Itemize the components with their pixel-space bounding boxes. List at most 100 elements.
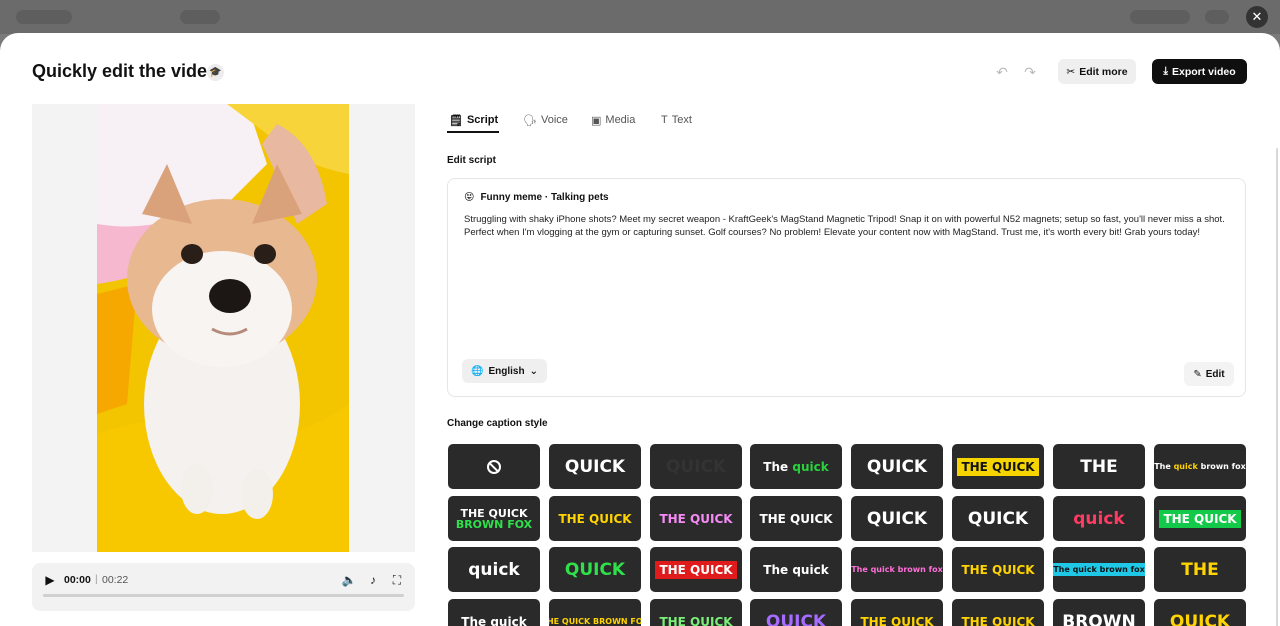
caption-style-option[interactable]: QUICK bbox=[549, 547, 641, 592]
caption-style-option[interactable]: QUICK bbox=[549, 444, 641, 489]
tab-label: Text bbox=[671, 114, 692, 126]
caption-style-option[interactable]: QUICK bbox=[750, 599, 842, 626]
caption-style-option[interactable]: The quick bbox=[750, 547, 842, 592]
tab-label: Script bbox=[466, 114, 499, 126]
caption-style-text: THE QUICK BROWN FOX bbox=[454, 508, 534, 530]
active-tab-indicator bbox=[447, 131, 499, 133]
backdrop-page bbox=[0, 0, 1280, 34]
caption-style-option[interactable]: THE QUICK BROWN FOX bbox=[448, 496, 540, 541]
redo-icon[interactable]: ↷ bbox=[1022, 64, 1038, 80]
edit-more-button[interactable]: ✂ Edit more bbox=[1058, 59, 1136, 84]
caption-style-option[interactable]: THE QUICK bbox=[952, 444, 1044, 489]
caption-style-text: QUICK bbox=[765, 611, 827, 626]
caption-style-text: The quick brown fox bbox=[1154, 462, 1246, 471]
video-player-controls: ▶ 00:00 | 00:22 🔈 ♪ ⛶ bbox=[32, 563, 415, 611]
backdrop-blur bbox=[16, 10, 72, 24]
caption-style-option[interactable]: The quick bbox=[448, 599, 540, 626]
caption-style-option[interactable]: THE bbox=[1053, 444, 1145, 489]
caption-style-text: THE QUICK bbox=[759, 511, 833, 526]
caption-style-option[interactable]: quick bbox=[1053, 496, 1145, 541]
caption-style-text: THE QUICK bbox=[659, 614, 733, 626]
undo-icon[interactable]: ↶ bbox=[994, 64, 1010, 80]
caption-style-text: quick bbox=[1073, 508, 1125, 529]
tab-media[interactable]: ▣ Media bbox=[591, 112, 635, 128]
progress-bar[interactable] bbox=[43, 594, 404, 597]
caption-style-text: QUICK bbox=[866, 508, 928, 529]
caption-word: BROWN bbox=[455, 517, 504, 531]
edit-script-heading: Edit script bbox=[447, 155, 496, 166]
emoji-icon: 😝 bbox=[464, 192, 475, 203]
scissors-icon: ✂ bbox=[1066, 65, 1076, 78]
edit-more-label: Edit more bbox=[1079, 65, 1128, 78]
caption-style-option[interactable]: The quick brown fox bbox=[851, 547, 943, 592]
caption-style-option[interactable]: The quick brown fox bbox=[1154, 444, 1246, 489]
time-separator: | bbox=[95, 574, 98, 585]
caption-style-text: The quick bbox=[461, 614, 527, 626]
media-icon: ▣ bbox=[591, 114, 602, 127]
caption-style-text: BROWN bbox=[1062, 611, 1136, 626]
caption-style-option[interactable]: QUICK bbox=[851, 496, 943, 541]
close-icon: ✕ bbox=[1251, 9, 1263, 24]
tab-label: Media bbox=[605, 114, 636, 126]
close-modal-button[interactable]: ✕ bbox=[1246, 6, 1268, 28]
total-time: 00:22 bbox=[102, 574, 129, 586]
fullscreen-icon[interactable]: ⛶ bbox=[390, 573, 404, 587]
caption-style-text: THE QUICK bbox=[957, 457, 1039, 476]
tab-script[interactable]: 🗒 Script bbox=[449, 112, 498, 128]
caption-style-option[interactable]: The quick brown fox bbox=[1053, 547, 1145, 592]
caption-style-option[interactable]: THE QUICK bbox=[650, 599, 742, 626]
caption-style-option[interactable]: THE QUICK bbox=[851, 599, 943, 626]
caption-style-option[interactable]: QUICK bbox=[851, 444, 943, 489]
caption-style-option[interactable]: THE QUICK bbox=[650, 496, 742, 541]
no-caption-icon bbox=[487, 459, 501, 474]
language-label: English bbox=[488, 365, 525, 377]
caption-style-option[interactable]: THE bbox=[1154, 547, 1246, 592]
caption-style-option[interactable]: QUICK bbox=[650, 444, 742, 489]
caption-style-text: THE QUICK bbox=[961, 614, 1035, 626]
caption-style-option[interactable]: THE QUICK bbox=[1154, 496, 1246, 541]
edit-script-button[interactable]: ✎ Edit bbox=[1184, 362, 1234, 386]
tiktok-icon[interactable]: ♪ bbox=[366, 573, 380, 587]
video-frame[interactable] bbox=[97, 104, 349, 552]
caption-style-text: QUICK bbox=[1169, 611, 1231, 626]
text-icon: T bbox=[661, 114, 668, 126]
caption-style-text: THE QUICK bbox=[558, 511, 632, 526]
tab-voice[interactable]: 🗣 Voice bbox=[523, 112, 568, 128]
caption-style-text: THE QUICK bbox=[961, 562, 1035, 577]
caption-style-text: The quick bbox=[763, 460, 828, 474]
caption-style-option[interactable]: quick bbox=[448, 547, 540, 592]
caption-style-option[interactable] bbox=[448, 444, 540, 489]
caption-style-option[interactable]: THE QUICK bbox=[750, 496, 842, 541]
tab-text[interactable]: T Text bbox=[661, 112, 692, 128]
export-video-button[interactable]: ⤓ Export video bbox=[1152, 59, 1247, 84]
caption-style-text: The quick bbox=[763, 562, 829, 577]
graduation-cap-icon[interactable]: 🎓 bbox=[207, 64, 224, 81]
volume-icon[interactable]: 🔈 bbox=[342, 573, 357, 587]
caption-style-option[interactable]: THE QUICK bbox=[650, 547, 742, 592]
caption-style-text: THE QUICK bbox=[860, 614, 934, 626]
caption-style-option[interactable]: BROWN bbox=[1053, 599, 1145, 626]
caption-word: quick bbox=[1170, 462, 1198, 471]
caption-style-option[interactable]: THE QUICK BROWN FOX bbox=[549, 599, 641, 626]
language-dropdown[interactable]: 🌐 English ⌄ bbox=[462, 359, 547, 383]
caption-style-text: THE QUICK bbox=[659, 511, 733, 526]
caption-style-option[interactable]: THE QUICK bbox=[952, 599, 1044, 626]
voice-icon: 🗣 bbox=[523, 114, 537, 127]
caption-style-option[interactable]: The quick bbox=[750, 444, 842, 489]
script-icon: 🗒 bbox=[449, 114, 463, 127]
script-editor[interactable]: 😝 Funny meme · Talking pets Struggling w… bbox=[447, 178, 1246, 397]
caption-style-option[interactable]: THE QUICK bbox=[549, 496, 641, 541]
caption-style-option[interactable]: QUICK bbox=[952, 496, 1044, 541]
shiba-dog-image bbox=[97, 104, 349, 552]
scrollbar[interactable] bbox=[1276, 148, 1278, 626]
backdrop-blur bbox=[1130, 10, 1190, 24]
play-icon[interactable]: ▶ bbox=[44, 573, 56, 587]
caption-style-heading: Change caption style bbox=[447, 418, 548, 429]
caption-style-option[interactable]: THE QUICK bbox=[952, 547, 1044, 592]
script-category: Funny meme · Talking pets bbox=[480, 192, 609, 203]
script-body[interactable]: Struggling with shaky iPhone shots? Meet… bbox=[464, 213, 1234, 240]
caption-word: brown bbox=[1197, 462, 1229, 471]
quick-edit-modal: Quickly edit the video 🎓 ↶ ↷ ✂ Edit more… bbox=[0, 33, 1280, 626]
caption-style-option[interactable]: QUICK bbox=[1154, 599, 1246, 626]
caption-word: The bbox=[1154, 462, 1171, 471]
